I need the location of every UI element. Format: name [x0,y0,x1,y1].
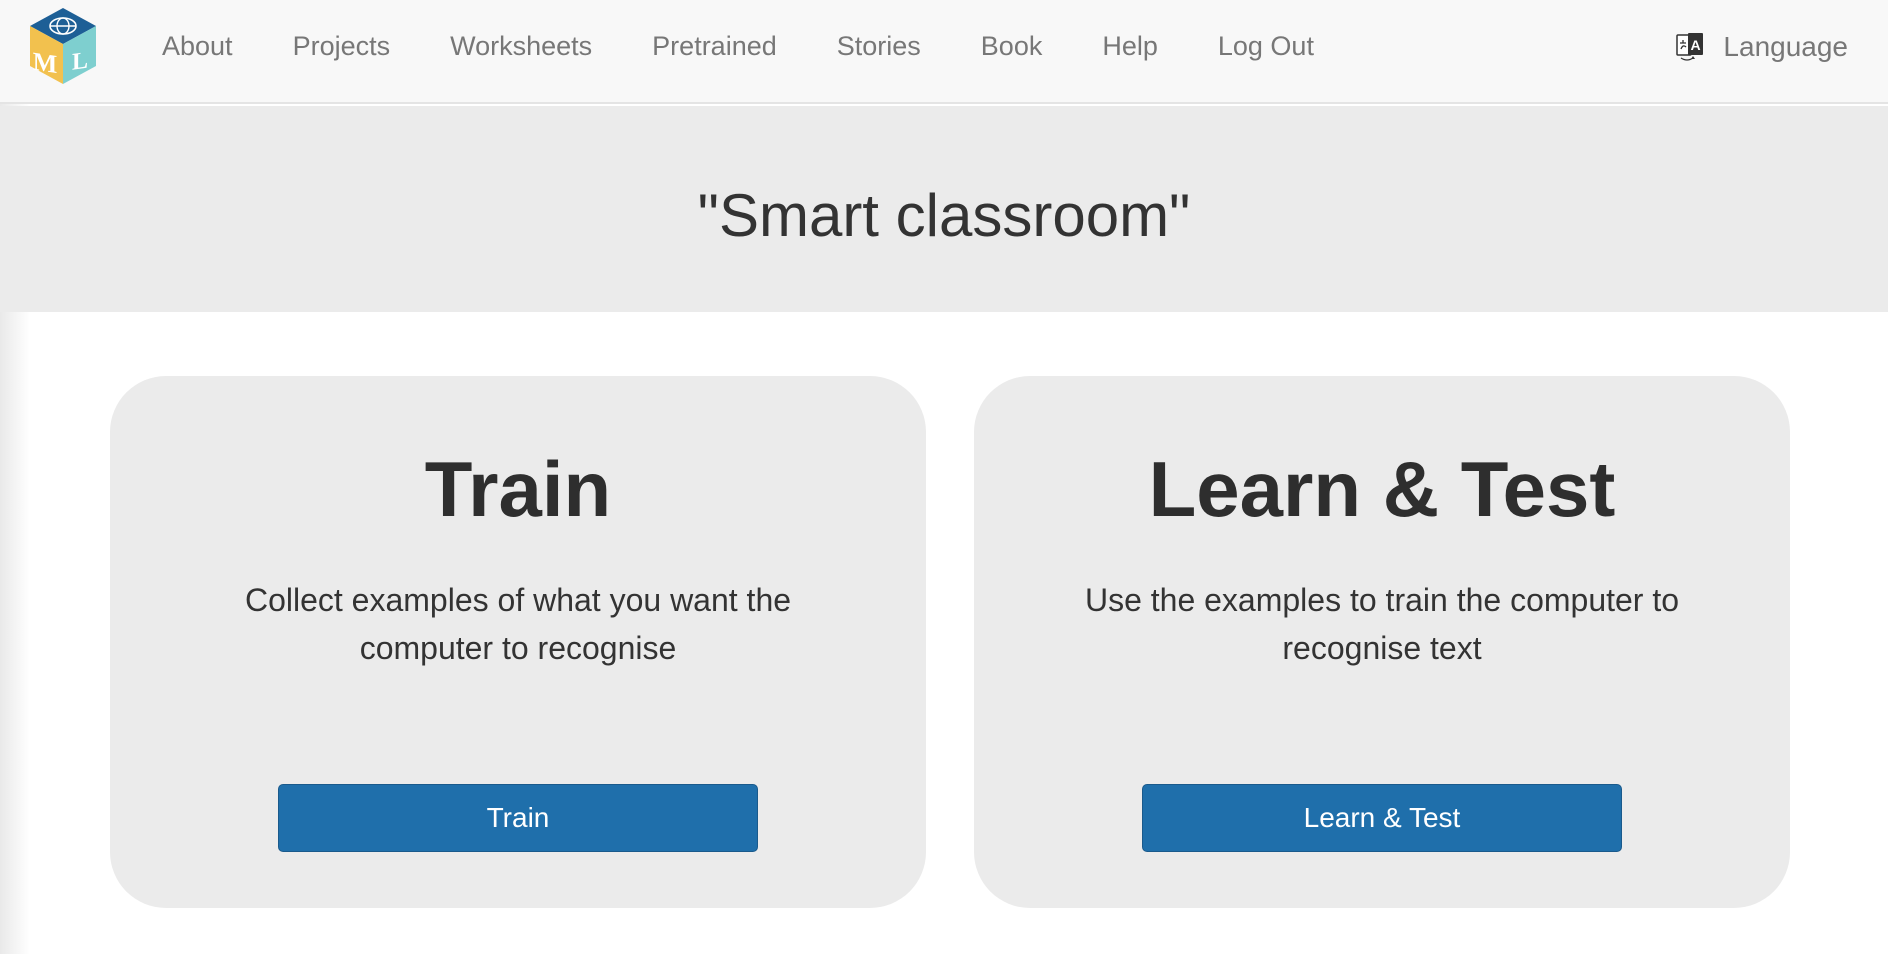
learn-test-card-description: Use the examples to train the computer t… [1084,582,1680,666]
nav-links: About Projects Worksheets Pretrained Sto… [132,0,1344,92]
nav-link-book[interactable]: Book [951,31,1073,62]
train-card-description: Collect examples of what you want the co… [244,582,792,666]
project-header: "Smart classroom" [0,106,1888,312]
page: M L About Projects Worksheets Pretrained… [0,0,1888,954]
logo-letter-l: L [72,48,88,76]
nav-link-log-out[interactable]: Log Out [1188,31,1344,62]
logo-letter-m: M [33,47,58,79]
language-label: Language [1723,31,1848,62]
ml-cube-logo-icon[interactable]: M L [28,6,98,86]
nav-link-help[interactable]: Help [1072,31,1188,62]
nav-link-worksheets[interactable]: Worksheets [420,31,622,62]
train-card-title: Train [424,445,612,533]
train-card: Train Collect examples of what you want … [110,376,926,908]
navbar: M L About Projects Worksheets Pretrained… [0,0,1888,104]
project-title: "Smart classroom" [697,181,1191,249]
nav-link-about[interactable]: About [132,31,263,62]
svg-text:A: A [1691,37,1701,53]
learn-test-card: Learn & Test Use the examples to train t… [974,376,1790,908]
train-button[interactable]: Train [278,784,758,852]
translate-icon: A [1675,31,1705,63]
nav-link-stories[interactable]: Stories [807,31,951,62]
nav-link-pretrained[interactable]: Pretrained [622,31,807,62]
learn-test-card-title: Learn & Test [1148,445,1616,533]
language-menu[interactable]: A Language [1675,0,1848,94]
nav-link-projects[interactable]: Projects [263,31,421,62]
learn-test-button[interactable]: Learn & Test [1142,784,1622,852]
